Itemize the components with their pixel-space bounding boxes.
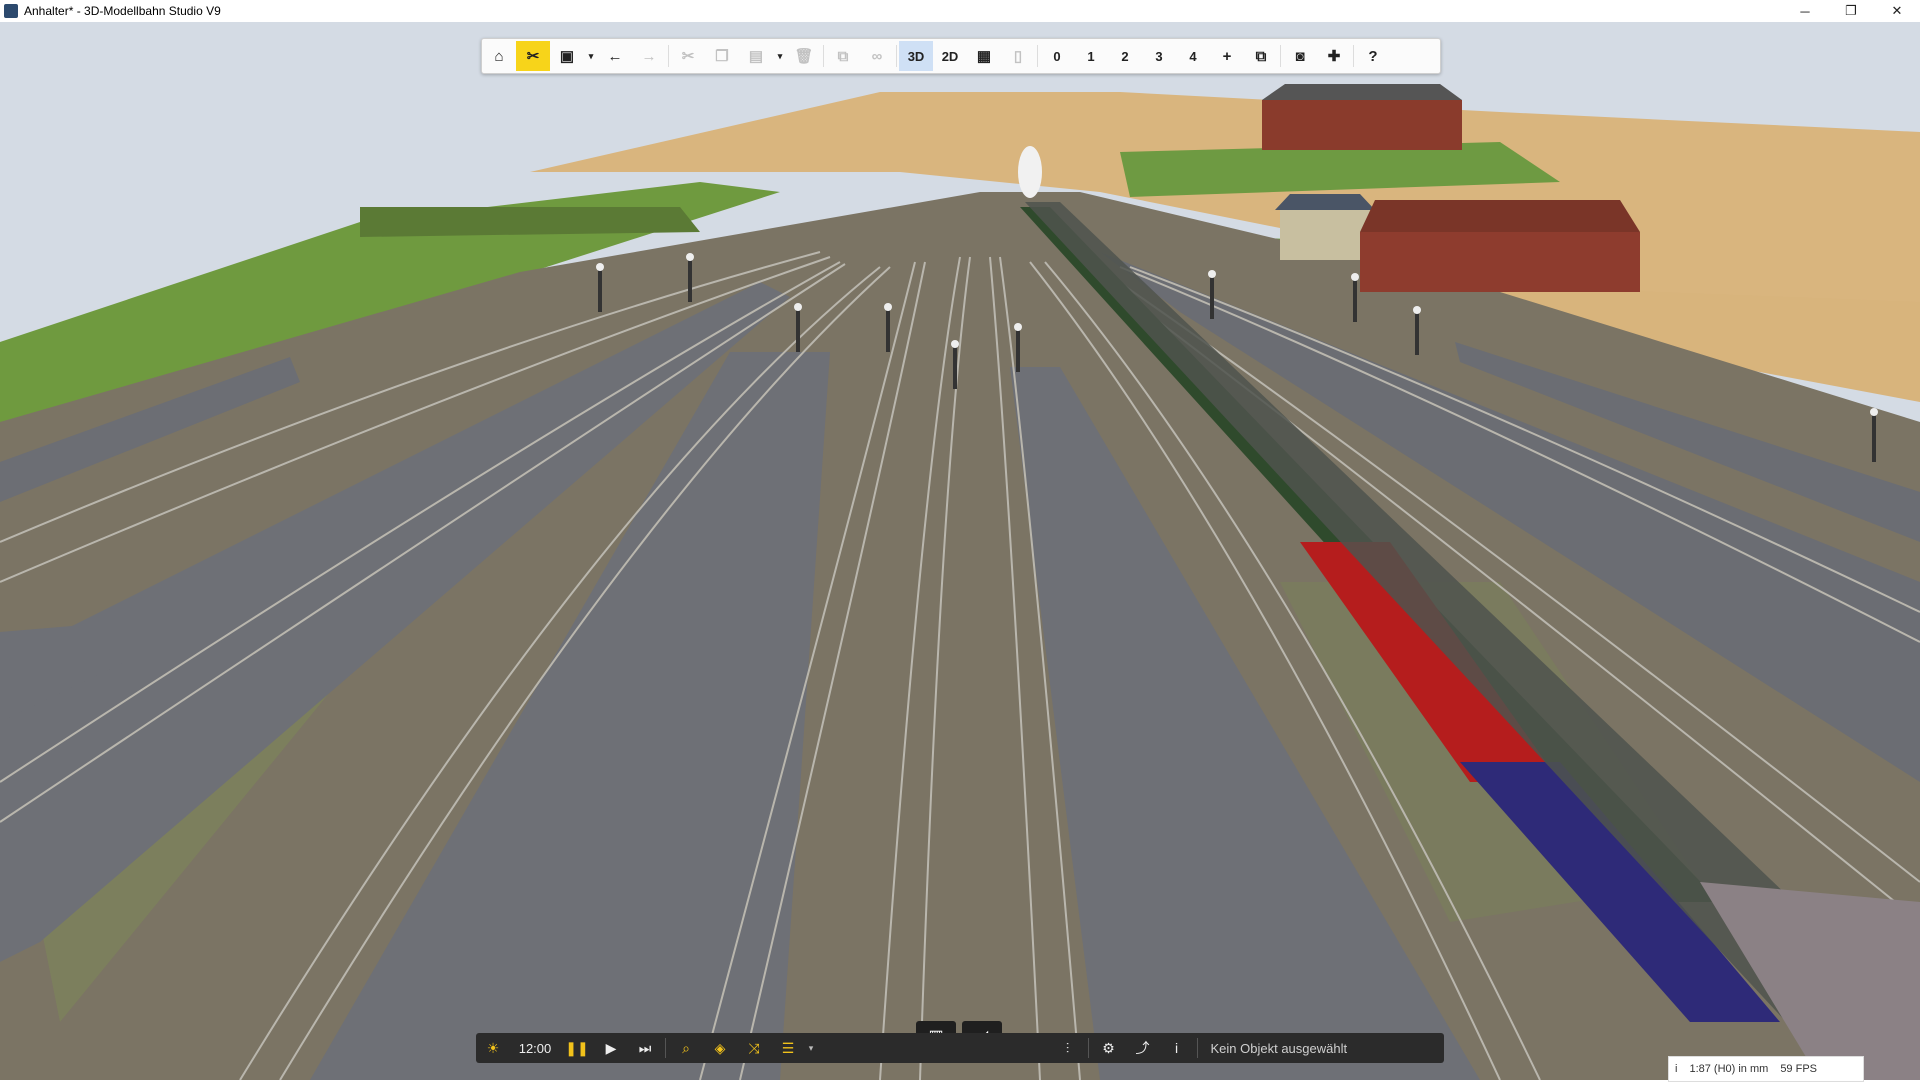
save-icon[interactable]: ▣	[550, 41, 584, 71]
toolbar-separator	[823, 45, 824, 67]
sun-icon[interactable]: ☀	[476, 1033, 510, 1063]
3d-viewport[interactable]	[0, 22, 1920, 1080]
scene-render	[0, 22, 1920, 1080]
main-toolbar: ⌂ ✂ ▣ ▾ ← → ✂ ❐ ▤ ▾ 🗑 ⧉ ∞ 3D 2D ▦ ▯ 0 1 …	[481, 38, 1441, 74]
toolbar-separator	[896, 45, 897, 67]
minimize-button[interactable]: ─	[1782, 0, 1828, 22]
info-icon[interactable]: i	[1160, 1033, 1194, 1063]
fps-readout: 59 FPS	[1780, 1063, 1817, 1075]
bottombar-separator	[1196, 1038, 1198, 1058]
bottom-control-bar: ☀ 12:00 ❚❚ ▶ ⏭ ⌕ ◈ ⤨ ☰ ▾ ⫶ ⚙ ⤴ i Kein Ob…	[476, 1033, 1444, 1063]
help-icon[interactable]: ?	[1356, 41, 1390, 71]
plugin-icon[interactable]: ✚	[1317, 41, 1351, 71]
status-bar: i 1:87 (H0) in mm 59 FPS	[1668, 1056, 1864, 1082]
redo-icon[interactable]: →	[632, 41, 666, 71]
bottombar-separator	[1087, 1038, 1089, 1058]
group-icon[interactable]: ⧉	[826, 41, 860, 71]
camera-icon[interactable]: ◙	[1283, 41, 1317, 71]
link-icon[interactable]: ∞	[860, 41, 894, 71]
maximize-button[interactable]: ❐	[1828, 0, 1874, 22]
add-icon[interactable]: +	[1210, 41, 1244, 71]
scale-readout: 1:87 (H0) in mm	[1689, 1063, 1769, 1075]
window-title: Anhalter* - 3D-Modellbahn Studio V9	[24, 4, 221, 18]
cut-icon[interactable]: ✂	[671, 41, 705, 71]
paste-icon[interactable]: ▤	[739, 41, 773, 71]
layer-1-button[interactable]: 1	[1074, 41, 1108, 71]
layers-icon[interactable]: ◈	[703, 1033, 737, 1063]
grid-icon[interactable]: ▦	[967, 41, 1001, 71]
close-button[interactable]: ✕	[1874, 0, 1920, 22]
sliders-icon[interactable]: ⫶	[1051, 1033, 1085, 1063]
tools-icon[interactable]: ✂	[516, 41, 550, 71]
layer-0-button[interactable]: 0	[1040, 41, 1074, 71]
paste-dropdown-icon[interactable]: ▾	[773, 41, 787, 71]
gear-icon[interactable]: ⚙	[1092, 1033, 1126, 1063]
toolbar-separator	[668, 45, 669, 67]
undo-icon[interactable]: ←	[598, 41, 632, 71]
layer-icon[interactable]: ▯	[1001, 41, 1035, 71]
play-icon[interactable]: ▶	[594, 1033, 628, 1063]
home-icon[interactable]: ⌂	[482, 41, 516, 71]
app-icon	[4, 4, 18, 18]
view-3d-button[interactable]: 3D	[899, 41, 933, 71]
search-icon[interactable]: ⌕	[669, 1033, 703, 1063]
copy-icon[interactable]: ❐	[705, 41, 739, 71]
path-icon[interactable]: ⤴	[1126, 1033, 1160, 1063]
clock-time[interactable]: 12:00	[510, 1033, 560, 1063]
list-icon[interactable]: ☰	[771, 1033, 805, 1063]
view-2d-button[interactable]: 2D	[933, 41, 967, 71]
title-bar: Anhalter* - 3D-Modellbahn Studio V9 ─ ❐ …	[0, 0, 1920, 22]
selection-status: Kein Objekt ausgewählt	[1210, 1040, 1348, 1056]
shuffle-icon[interactable]: ⤨	[737, 1033, 771, 1063]
toolbar-separator	[1353, 45, 1354, 67]
layer-3-button[interactable]: 3	[1142, 41, 1176, 71]
layer-4-button[interactable]: 4	[1176, 41, 1210, 71]
delete-icon[interactable]: 🗑	[787, 41, 821, 71]
list-dropdown-icon[interactable]: ▾	[805, 1033, 817, 1063]
toolbar-separator	[1280, 45, 1281, 67]
step-forward-icon[interactable]: ⏭	[628, 1033, 662, 1063]
bottombar-separator	[665, 1038, 666, 1058]
window-icon[interactable]: ⧉	[1244, 41, 1278, 71]
pause-icon[interactable]: ❚❚	[560, 1033, 594, 1063]
save-dropdown-icon[interactable]: ▾	[584, 41, 598, 71]
layer-2-button[interactable]: 2	[1108, 41, 1142, 71]
info-icon[interactable]: i	[1669, 1063, 1683, 1075]
toolbar-separator	[1037, 45, 1038, 67]
